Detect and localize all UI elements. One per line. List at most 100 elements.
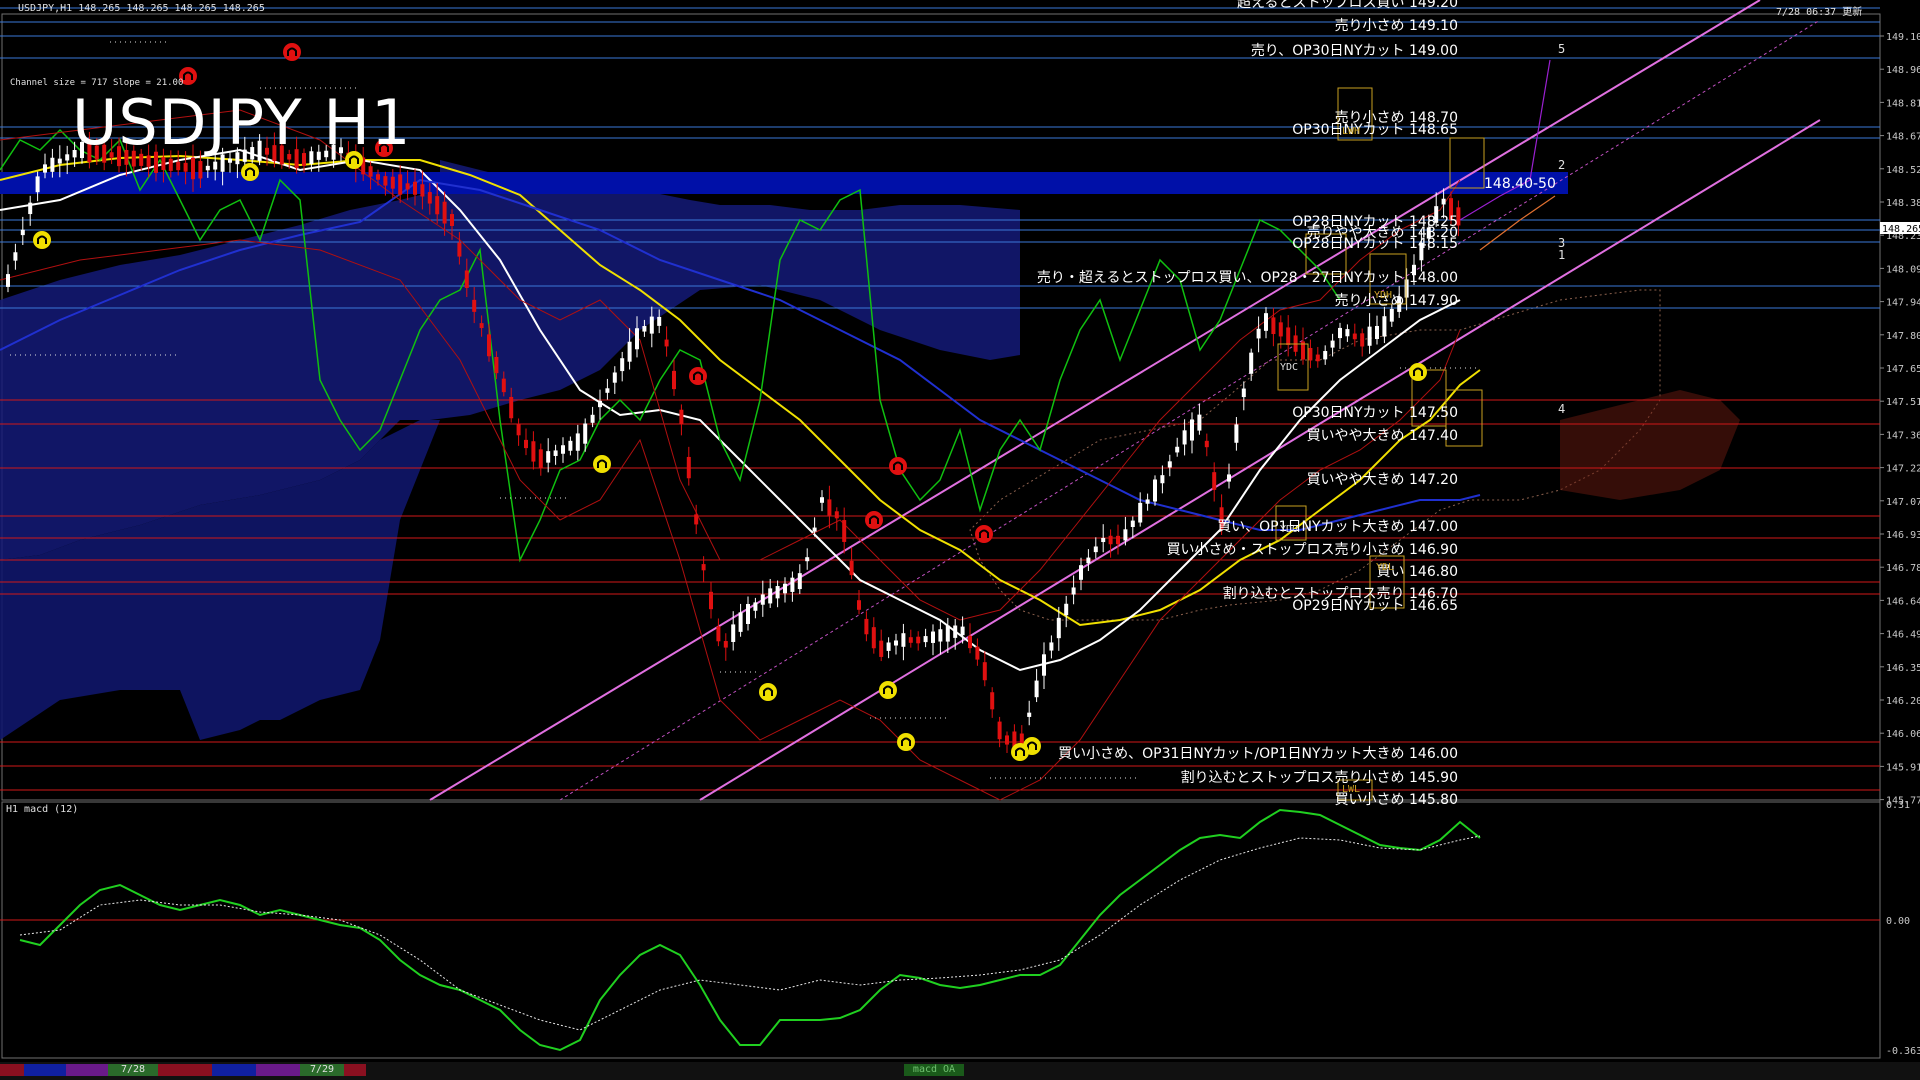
candle-body bbox=[1256, 328, 1261, 339]
price-tick-label: 148.670 bbox=[1886, 132, 1920, 143]
period-tab[interactable] bbox=[66, 1064, 108, 1076]
candle-body bbox=[982, 662, 987, 681]
candle-body bbox=[886, 642, 891, 651]
macd-label: H1 macd (12) bbox=[6, 804, 79, 815]
price-tick-label: 148.525 bbox=[1886, 165, 1920, 176]
fractal-high-icon bbox=[865, 511, 883, 529]
candle-body bbox=[28, 202, 33, 215]
date-tab-7-29[interactable]: 7/29 bbox=[300, 1064, 344, 1076]
candle-body bbox=[1175, 446, 1180, 453]
price-tick-label: 146.640 bbox=[1886, 596, 1920, 607]
period-tab[interactable] bbox=[158, 1064, 212, 1076]
candle-body bbox=[43, 164, 47, 173]
candle-body bbox=[1345, 329, 1350, 337]
macd-tick-label: -0.363 bbox=[1886, 1046, 1920, 1057]
wave-label: 5 bbox=[1558, 42, 1566, 56]
level-label: OP30日NYカット 147.50 bbox=[1292, 405, 1458, 421]
level-label: OP29日NYカット 146.65 bbox=[1292, 598, 1458, 614]
candle-body bbox=[228, 158, 232, 163]
candle-body bbox=[649, 316, 654, 334]
macd-tab[interactable]: macd OA bbox=[904, 1064, 964, 1076]
candle-body bbox=[1204, 440, 1209, 448]
candle-body bbox=[990, 692, 995, 710]
candle-body bbox=[679, 409, 684, 425]
candle-body bbox=[1108, 535, 1113, 545]
candle-body bbox=[657, 316, 662, 326]
level-label: 売り・超えるとストップロス買い、OP28・27日NYカット 148.00 bbox=[1036, 270, 1458, 286]
candle-body bbox=[183, 162, 188, 172]
candle-body bbox=[805, 557, 810, 562]
price-tick-label: 146.495 bbox=[1886, 630, 1920, 641]
candle-body bbox=[783, 583, 787, 594]
candle-body bbox=[1338, 327, 1342, 339]
candle-body bbox=[516, 424, 521, 436]
candle-body bbox=[1249, 352, 1254, 374]
fractal-low-icon bbox=[879, 681, 897, 699]
candle-body bbox=[1093, 546, 1098, 553]
candle-body bbox=[590, 414, 595, 423]
macd-line bbox=[19, 808, 1481, 1052]
candle-body bbox=[464, 270, 469, 288]
candle-body bbox=[797, 573, 802, 590]
fractal-low-icon bbox=[759, 683, 777, 701]
candle-body bbox=[376, 174, 380, 180]
candle-body bbox=[960, 626, 965, 636]
candle-body bbox=[1049, 642, 1054, 651]
candle-body bbox=[834, 511, 839, 519]
main-chart-svg[interactable]: 149.105 148.960 148.815 148.670 148.525 148.3… bbox=[0, 0, 1920, 1080]
candle-body bbox=[1375, 325, 1379, 340]
candle-body bbox=[701, 564, 706, 571]
candle-body bbox=[1086, 557, 1091, 564]
candle-body bbox=[472, 299, 477, 312]
date-tab-7-28[interactable]: 7/28 bbox=[108, 1064, 158, 1076]
candle-body bbox=[65, 154, 70, 161]
fractal-low-icon bbox=[593, 455, 611, 473]
candle-body bbox=[1241, 388, 1246, 398]
candle-body bbox=[198, 161, 203, 179]
candle-body bbox=[1315, 354, 1320, 362]
fractal-low-icon bbox=[897, 733, 915, 751]
candle-body bbox=[501, 378, 506, 393]
candle-body bbox=[1027, 712, 1032, 717]
candle-body bbox=[1034, 680, 1039, 698]
candle-body bbox=[168, 158, 173, 171]
price-tick-label: 147.075 bbox=[1886, 497, 1920, 508]
candle-body bbox=[398, 174, 403, 195]
period-tab[interactable] bbox=[24, 1064, 66, 1076]
candle-body bbox=[664, 339, 669, 347]
candle-body bbox=[827, 499, 832, 516]
price-tick-label: 146.350 bbox=[1886, 663, 1920, 674]
candle-body bbox=[938, 629, 943, 642]
candle-body bbox=[1271, 317, 1276, 335]
candle-body bbox=[1197, 414, 1202, 431]
wave-label: 2 bbox=[1558, 158, 1566, 172]
candle-body bbox=[413, 181, 417, 195]
price-tick-label: 148.815 bbox=[1886, 98, 1920, 109]
period-tab[interactable] bbox=[212, 1064, 256, 1076]
candle-body bbox=[598, 400, 602, 408]
period-tab[interactable] bbox=[0, 1064, 24, 1076]
level-label: OP30日NYカット 148.65 bbox=[1292, 122, 1458, 138]
fractal-low-icon bbox=[1011, 743, 1029, 761]
wave-label: 1 bbox=[1558, 248, 1566, 262]
period-tab[interactable] bbox=[256, 1064, 300, 1076]
period-tab[interactable] bbox=[344, 1064, 366, 1076]
level-label: 超えるとストップロス買い 149.20 bbox=[1236, 0, 1458, 11]
candle-body bbox=[405, 183, 410, 190]
candle-body bbox=[390, 176, 395, 189]
price-tick-label: 147.945 bbox=[1886, 298, 1920, 309]
price-tick-label: 147.510 bbox=[1886, 397, 1920, 408]
price-tick-label: 148.380 bbox=[1886, 198, 1920, 209]
candle-body bbox=[775, 586, 780, 599]
fractal-high-icon bbox=[283, 43, 301, 61]
candle-body bbox=[968, 635, 972, 649]
candle-body bbox=[6, 274, 10, 287]
candle-body bbox=[191, 157, 195, 180]
mt4-chart-window[interactable]: 149.105 148.960 148.815 148.670 148.525 148.3… bbox=[0, 0, 1920, 1080]
candle-body bbox=[1323, 351, 1328, 360]
chart-title: USDJPY H1 bbox=[72, 86, 412, 159]
level-label: 売り小さめ 149.10 bbox=[1334, 18, 1458, 34]
candle-body bbox=[457, 242, 462, 257]
candle-body bbox=[538, 449, 543, 469]
price-tick-label: 147.800 bbox=[1886, 331, 1920, 342]
